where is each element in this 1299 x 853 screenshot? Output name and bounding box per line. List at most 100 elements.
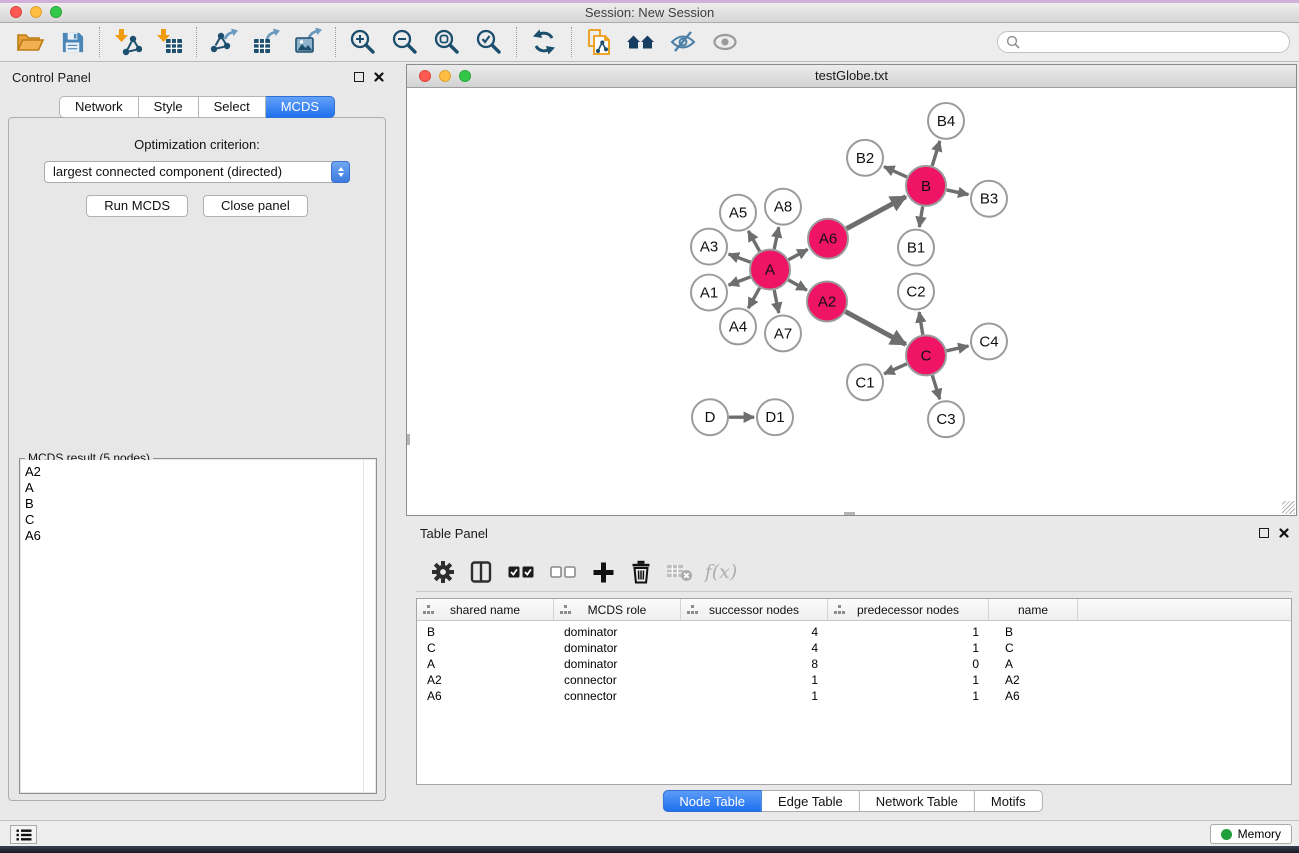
refresh-icon[interactable] [523, 25, 565, 59]
graph-edge-C-C4[interactable] [947, 346, 969, 351]
graph-node-C[interactable]: C [906, 335, 946, 375]
close-panel-button[interactable]: Close panel [203, 195, 308, 217]
graph-edge-B-B1[interactable] [919, 206, 922, 227]
graph-node-A3[interactable]: A3 [691, 229, 727, 265]
mcds-result-item[interactable]: A2 [21, 464, 375, 480]
graph-edge-A-A8[interactable] [774, 227, 779, 249]
close-window-button[interactable] [10, 6, 22, 18]
gear-icon[interactable] [424, 556, 462, 588]
graph-node-A1[interactable]: A1 [691, 275, 727, 311]
tab-node-table[interactable]: Node Table [662, 790, 762, 812]
export-image-icon[interactable] [287, 25, 329, 59]
search-input[interactable] [1025, 34, 1281, 51]
tab-motifs[interactable]: Motifs [975, 790, 1043, 812]
network-canvas[interactable]: AA1A2A3A4A5A6A7A8BB1B2B3B4CC1C2C3C4DD1 [407, 88, 1296, 515]
table-row[interactable]: A6connector11A6 [417, 688, 1291, 704]
table-row[interactable]: Adominator80A [417, 656, 1291, 672]
graph-edge-B-B3[interactable] [947, 190, 969, 195]
tab-edge-table[interactable]: Edge Table [762, 790, 860, 812]
new-network-from-selection-icon[interactable] [578, 25, 620, 59]
graph-node-A[interactable]: A [750, 250, 790, 290]
graph-node-D1[interactable]: D1 [757, 399, 793, 435]
graph-edge-A-A3[interactable] [729, 254, 751, 262]
column-header-shared-name[interactable]: shared name [417, 599, 554, 620]
vertical-scrollbar-thumb[interactable] [407, 434, 410, 445]
graph-edge-A-A2[interactable] [788, 280, 807, 290]
hide-selected-icon[interactable] [662, 25, 704, 59]
mcds-result-list[interactable]: A2ABCA6 [21, 460, 375, 792]
zoom-in-icon[interactable] [342, 25, 384, 59]
function-builder-icon[interactable]: f(x) [698, 556, 744, 588]
graph-node-C4[interactable]: C4 [971, 323, 1007, 359]
graph-edge-B-B2[interactable] [884, 167, 907, 177]
graph-node-A5[interactable]: A5 [720, 195, 756, 231]
tab-network[interactable]: Network [59, 96, 139, 118]
import-table-icon[interactable] [148, 25, 190, 59]
close-panel-icon[interactable] [374, 72, 384, 82]
export-table-icon[interactable] [245, 25, 287, 59]
tab-select[interactable]: Select [199, 96, 266, 118]
graph-edge-A-A1[interactable] [729, 277, 751, 285]
graph-node-B1[interactable]: B1 [898, 230, 934, 266]
table-row[interactable]: Cdominator41C [417, 640, 1291, 656]
graph-edge-C-C1[interactable] [884, 364, 907, 374]
save-session-icon[interactable] [51, 25, 93, 59]
run-mcds-button[interactable]: Run MCDS [86, 195, 188, 217]
show-all-icon[interactable] [704, 25, 746, 59]
column-header-predecessor-nodes[interactable]: predecessor nodes [828, 599, 989, 620]
graph-edge-A-A4[interactable] [748, 288, 759, 308]
delete-column-icon[interactable] [622, 556, 660, 588]
zoom-window-button[interactable] [50, 6, 62, 18]
table-row[interactable]: A2connector11A2 [417, 672, 1291, 688]
graph-edge-A-A6[interactable] [789, 249, 808, 259]
mcds-result-item[interactable]: C [21, 512, 375, 528]
optimization-criterion-dropdown[interactable]: largest connected component (directed) [44, 161, 350, 183]
export-network-icon[interactable] [203, 25, 245, 59]
first-neighbors-icon[interactable] [620, 25, 662, 59]
minimize-window-button[interactable] [30, 6, 42, 18]
network-window-titlebar[interactable]: testGlobe.txt [407, 65, 1296, 88]
graph-node-A8[interactable]: A8 [765, 189, 801, 225]
graph-edge-A2-C[interactable] [845, 312, 905, 345]
graph-node-C3[interactable]: C3 [928, 401, 964, 437]
tab-network-table[interactable]: Network Table [860, 790, 975, 812]
memory-button[interactable]: Memory [1210, 824, 1292, 844]
graph-node-A2[interactable]: A2 [807, 282, 847, 322]
search-box[interactable] [997, 31, 1290, 53]
zoom-network-window-button[interactable] [459, 70, 471, 82]
float-panel-icon[interactable] [1259, 528, 1269, 538]
graph-node-B3[interactable]: B3 [971, 181, 1007, 217]
minimize-network-window-button[interactable] [439, 70, 451, 82]
graph-node-C2[interactable]: C2 [898, 274, 934, 310]
graph-edge-B-B4[interactable] [932, 141, 940, 166]
graph-edge-C-C2[interactable] [919, 312, 923, 335]
select-all-icon[interactable] [500, 556, 542, 588]
open-session-icon[interactable] [9, 25, 51, 59]
column-header-name[interactable]: name [989, 599, 1078, 620]
zoom-fit-icon[interactable] [426, 25, 468, 59]
graph-edge-A-A7[interactable] [774, 290, 779, 313]
graph-node-D[interactable]: D [692, 399, 728, 435]
mcds-result-item[interactable]: B [21, 496, 375, 512]
horizontal-scrollbar-thumb[interactable] [844, 512, 855, 515]
column-header-mcds-role[interactable]: MCDS role [554, 599, 681, 620]
graph-node-B[interactable]: B [906, 166, 946, 206]
graph-edge-A6-B[interactable] [847, 197, 906, 229]
graph-node-B2[interactable]: B2 [847, 140, 883, 176]
add-column-icon[interactable] [584, 556, 622, 588]
zoom-out-icon[interactable] [384, 25, 426, 59]
column-header-successor-nodes[interactable]: successor nodes [681, 599, 828, 620]
import-network-icon[interactable] [106, 25, 148, 59]
graph-node-A7[interactable]: A7 [765, 315, 801, 351]
tab-mcds[interactable]: MCDS [266, 96, 335, 118]
close-network-window-button[interactable] [419, 70, 431, 82]
split-view-icon[interactable] [462, 556, 500, 588]
zoom-selected-icon[interactable] [468, 25, 510, 59]
mcds-result-item[interactable]: A [21, 480, 375, 496]
graph-edge-C-C3[interactable] [932, 375, 939, 399]
delete-table-icon[interactable] [660, 556, 698, 588]
graph-node-C1[interactable]: C1 [847, 364, 883, 400]
tab-style[interactable]: Style [139, 96, 199, 118]
window-resize-grip[interactable] [1282, 501, 1295, 514]
table-row[interactable]: Bdominator41B [417, 624, 1291, 640]
